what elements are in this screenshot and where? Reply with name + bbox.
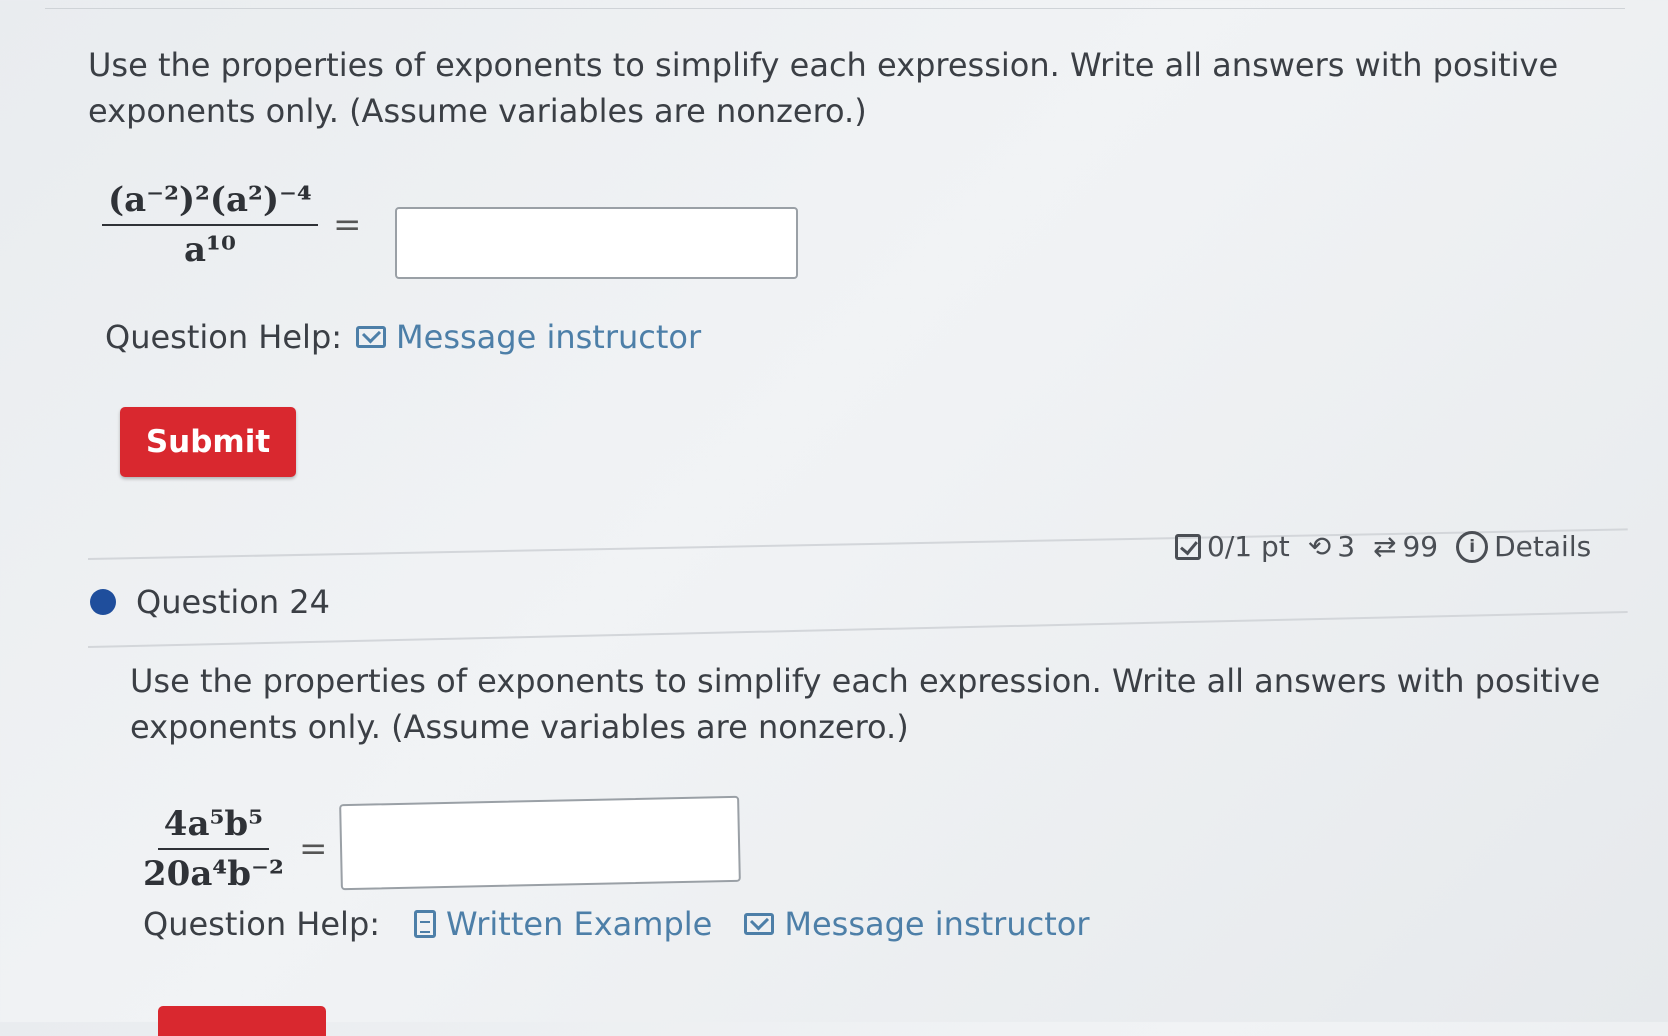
checkbox-icon xyxy=(1175,533,1201,560)
submit-button[interactable]: Submit xyxy=(120,407,296,477)
info-icon: i xyxy=(1456,530,1489,563)
q24-title: Question 24 xyxy=(90,583,330,621)
retry-icon: ⟲ xyxy=(1307,530,1332,563)
q23-equals: = xyxy=(332,205,362,245)
q24-denominator: 20a⁴b⁻² xyxy=(143,854,284,894)
document-icon xyxy=(414,910,437,938)
q24-prompt: Use the properties of exponents to simpl… xyxy=(130,662,1601,746)
q23-fraction: (a⁻²)²(a²)⁻⁴ a¹⁰ xyxy=(102,180,318,270)
top-divider xyxy=(45,8,1625,9)
question-status-dot xyxy=(90,589,116,615)
written-example-link[interactable]: Written Example xyxy=(414,905,712,943)
q23-numerator: (a⁻²)²(a²)⁻⁴ xyxy=(102,180,318,226)
q23-expression: (a⁻²)²(a²)⁻⁴ a¹⁰ = xyxy=(102,180,371,270)
q23-message-instructor-link[interactable]: Message instructor xyxy=(356,318,701,356)
q23-answer-input[interactable] xyxy=(395,207,798,279)
q23-help-label: Question Help: xyxy=(105,318,343,356)
retries-indicator: ⟲ 3 xyxy=(1307,530,1356,563)
q24-help-label: Question Help: xyxy=(143,905,381,943)
envelope-icon xyxy=(356,326,387,348)
q23-denominator: a¹⁰ xyxy=(184,230,236,270)
q24-submit-button-partial[interactable] xyxy=(158,1006,326,1036)
attempts-indicator: ⇄ 99 xyxy=(1373,530,1439,563)
q24-answer-input[interactable] xyxy=(339,795,741,891)
q24-expression: 4a⁵b⁵ 20a⁴b⁻² = xyxy=(143,804,337,894)
q24-numerator: 4a⁵b⁵ xyxy=(157,804,270,850)
envelope-icon xyxy=(744,913,775,935)
q24-question-help: Question Help: Written Example Message i… xyxy=(143,905,1089,943)
attempts-icon: ⇄ xyxy=(1373,530,1397,563)
q23-question-help: Question Help: Message instructor xyxy=(105,318,701,356)
q24-message-instructor-link[interactable]: Message instructor xyxy=(744,905,1089,943)
q24-meta: 0/1 pt ⟲ 3 ⇄ 99 i Details xyxy=(1175,530,1591,563)
details-button[interactable]: i Details xyxy=(1456,530,1591,563)
q23-prompt: Use the properties of exponents to simpl… xyxy=(88,46,1559,130)
q24-fraction: 4a⁵b⁵ 20a⁴b⁻² xyxy=(143,804,284,894)
points-indicator: 0/1 pt xyxy=(1175,530,1290,563)
q24-equals: = xyxy=(298,829,328,869)
